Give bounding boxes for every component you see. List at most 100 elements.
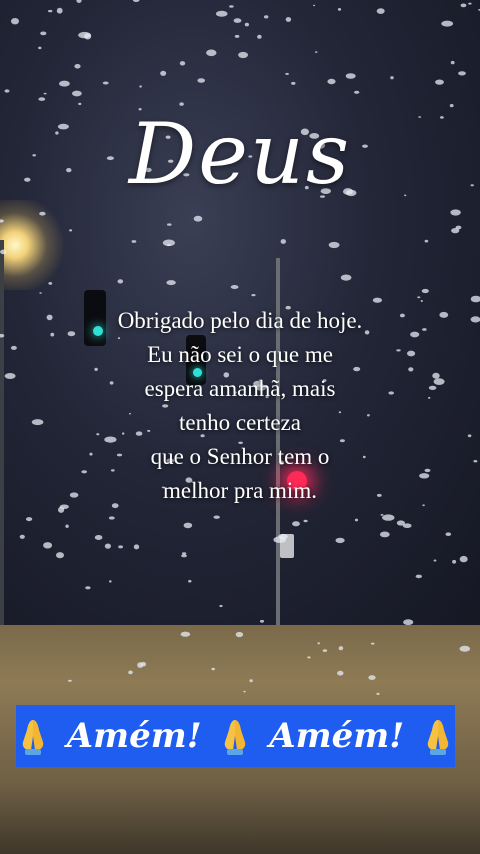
snowflake — [468, 2, 472, 5]
snowflake — [56, 552, 64, 559]
snowflake — [0, 249, 7, 255]
snowflake — [131, 240, 137, 243]
snowflake — [39, 211, 46, 216]
snowflake — [197, 78, 205, 83]
snowflake — [451, 228, 460, 234]
snowflake — [69, 229, 73, 232]
snowflake — [439, 311, 449, 318]
snowflake — [181, 554, 187, 558]
snowflake — [167, 223, 172, 226]
snowflake — [219, 604, 223, 608]
snowflake — [264, 15, 269, 19]
snowflake — [417, 296, 421, 299]
snowflake — [424, 239, 429, 243]
snowflake — [85, 586, 91, 590]
snowflake — [243, 690, 246, 693]
snowflake — [328, 241, 340, 249]
snowflake — [215, 10, 228, 17]
snowflake — [285, 17, 292, 22]
snowflake — [193, 215, 203, 222]
message-line: que o Senhor tem o — [150, 444, 330, 469]
message-line: Obrigado pelo dia de hoje. — [117, 308, 363, 333]
snowflake — [251, 294, 256, 297]
snowflake — [133, 544, 140, 550]
snowflake — [43, 92, 47, 95]
snowflake — [211, 667, 215, 671]
snowflake — [118, 545, 123, 549]
message-text: Obrigado pelo dia de hoje. Eu não sei o … — [40, 304, 440, 508]
snowflake — [327, 78, 336, 85]
snowflake — [139, 85, 142, 88]
snowflake — [10, 345, 17, 350]
snowflake — [244, 22, 249, 27]
snowflake — [39, 292, 42, 294]
snowflake — [257, 34, 262, 39]
snowflake — [109, 580, 112, 583]
snowflake — [162, 239, 175, 247]
snowflake — [280, 239, 286, 244]
snowflake — [303, 519, 308, 523]
snowflake — [382, 514, 395, 521]
snowflake — [72, 90, 82, 97]
snowflake — [459, 555, 468, 563]
snowflake — [74, 64, 81, 69]
snowflake — [390, 76, 394, 80]
snowflake — [460, 3, 467, 8]
snowflake — [235, 631, 244, 638]
snowflake — [48, 282, 53, 285]
snowflake — [179, 61, 186, 66]
snowflake — [380, 514, 384, 516]
snowflake — [38, 46, 42, 50]
snowflake — [132, 0, 140, 2]
title-deus: Deus — [128, 105, 352, 203]
snowflake — [26, 517, 33, 522]
snowflake — [314, 51, 318, 53]
snowflake — [340, 274, 352, 281]
snowflake — [345, 73, 356, 79]
folded-hands-icon — [218, 716, 252, 756]
folded-hands-icon — [16, 716, 50, 756]
message-line: tenho certeza — [179, 410, 301, 435]
snowflake — [230, 285, 239, 289]
snowflake — [48, 9, 53, 13]
message-line: Eu não sei o que me — [147, 342, 333, 367]
snowflake — [285, 72, 289, 75]
message-line: melhor pra mim. — [163, 478, 317, 503]
snowflake — [259, 619, 265, 623]
snowflake — [19, 534, 25, 539]
snowflake — [229, 5, 234, 8]
snowflake — [137, 662, 144, 668]
snowflake — [338, 646, 344, 651]
snowflake — [441, 20, 454, 27]
snowflake — [68, 679, 72, 682]
snowflake — [11, 18, 19, 25]
snowflake — [102, 81, 109, 85]
snowflake — [435, 79, 444, 85]
snowflake — [0, 219, 4, 223]
folded-hands-icon — [421, 716, 455, 756]
snowflake — [59, 80, 70, 87]
snowflake — [433, 559, 437, 562]
snowflake — [458, 71, 466, 76]
snowflake — [65, 524, 69, 528]
amen-banner: Amém! Amém! — [16, 705, 455, 767]
snowflake — [354, 518, 359, 522]
snowflake — [38, 97, 46, 101]
snowflake — [445, 532, 452, 536]
snowflake — [206, 49, 217, 57]
snowflake — [403, 619, 414, 626]
snowflake — [368, 675, 376, 680]
snowflake — [180, 631, 191, 637]
snowflake — [379, 531, 390, 538]
snowflake — [4, 89, 10, 93]
snowflake — [396, 520, 405, 526]
snowflake — [128, 670, 133, 675]
snowflake — [249, 679, 253, 683]
snowflake — [459, 645, 471, 652]
snowflake — [337, 670, 344, 676]
snowflake — [415, 574, 422, 579]
snowflake — [292, 521, 300, 527]
snowflake — [56, 7, 63, 14]
snowflake — [313, 4, 316, 7]
snowflake — [238, 51, 249, 59]
